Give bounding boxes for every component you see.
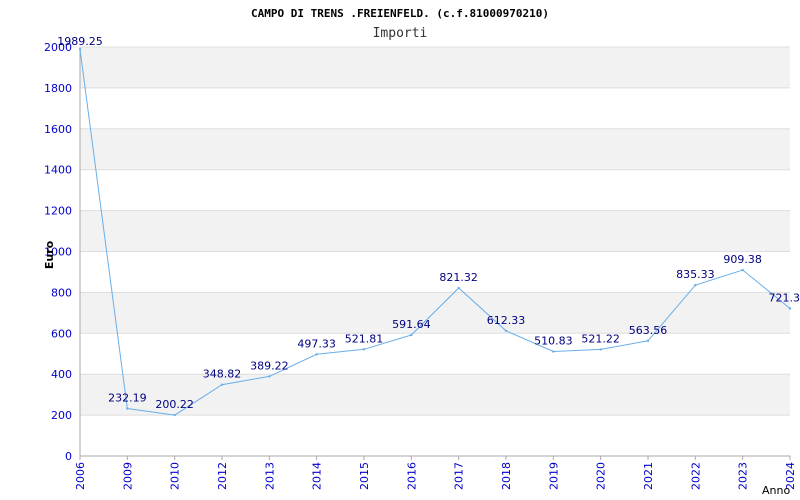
x-tick-label: 2018 <box>500 462 513 490</box>
plot-area: 0200400600800100012001400160018002000200… <box>44 35 800 490</box>
chart-title: CAMPO DI TRENS .FREIENFELD. (c.f.8100097… <box>251 7 549 20</box>
data-label: 612.33 <box>487 314 526 327</box>
y-tick-label: 1400 <box>44 164 72 177</box>
data-label: 835.33 <box>676 268 715 281</box>
data-point <box>457 286 460 290</box>
x-tick-label: 2019 <box>547 462 560 490</box>
data-point <box>126 407 129 410</box>
data-point <box>78 47 82 51</box>
chart-subtitle: Importi <box>373 26 428 41</box>
data-label: 497.33 <box>297 337 336 350</box>
data-label: 721.3 <box>769 291 800 304</box>
data-label: 1989.25 <box>57 35 103 48</box>
y-axis-label: Euro <box>43 240 56 269</box>
x-tick-label: 2017 <box>453 462 466 490</box>
data-point <box>410 333 413 337</box>
grid-band <box>80 128 790 170</box>
data-point <box>694 283 697 287</box>
data-label: 232.19 <box>108 392 147 405</box>
y-tick-label: 1800 <box>44 82 72 95</box>
x-tick-label: 2013 <box>263 462 276 490</box>
y-tick-label: 600 <box>51 327 72 340</box>
x-tick-label: 2012 <box>216 462 229 490</box>
y-tick-label: 200 <box>51 409 72 422</box>
data-label: 521.22 <box>581 332 620 345</box>
data-label: 591.64 <box>392 318 431 331</box>
data-label: 389.22 <box>250 359 289 372</box>
data-label: 909.38 <box>723 253 762 266</box>
y-tick-label: 800 <box>51 286 72 299</box>
x-tick-label: 2020 <box>595 462 608 490</box>
data-label: 821.32 <box>439 271 478 284</box>
line-chart: CAMPO DI TRENS .FREIENFELD. (c.f.8100097… <box>43 7 800 497</box>
data-point <box>268 375 271 378</box>
y-tick-label: 400 <box>51 368 72 381</box>
data-label: 521.81 <box>345 332 384 345</box>
data-label: 200.22 <box>155 398 194 411</box>
x-tick-label: 2010 <box>169 462 182 490</box>
data-point <box>504 329 508 332</box>
data-point <box>220 383 224 386</box>
x-tick-label: 2009 <box>121 462 134 490</box>
x-tick-label: 2015 <box>358 462 371 490</box>
data-point <box>741 268 744 272</box>
data-point <box>646 339 650 342</box>
data-point <box>362 348 366 351</box>
data-point <box>788 307 792 310</box>
data-label: 348.82 <box>203 368 242 381</box>
x-tick-label: 2021 <box>642 462 655 490</box>
x-tick-label: 2023 <box>737 462 750 490</box>
data-point <box>599 348 602 351</box>
x-axis-label: Anno <box>762 484 790 497</box>
x-tick-label: 2016 <box>405 462 418 490</box>
data-point <box>173 413 176 417</box>
data-label: 563.56 <box>629 324 668 337</box>
data-point <box>552 350 555 353</box>
x-tick-label: 2014 <box>311 462 324 490</box>
x-tick-label: 2022 <box>689 462 702 490</box>
data-point <box>315 353 318 356</box>
y-tick-label: 1600 <box>44 123 72 136</box>
y-tick-label: 0 <box>65 450 72 463</box>
data-label: 510.83 <box>534 335 573 348</box>
x-tick-label: 2006 <box>74 462 87 490</box>
grid-band <box>80 47 790 88</box>
y-tick-label: 1200 <box>44 205 72 218</box>
grid-band <box>80 210 790 252</box>
